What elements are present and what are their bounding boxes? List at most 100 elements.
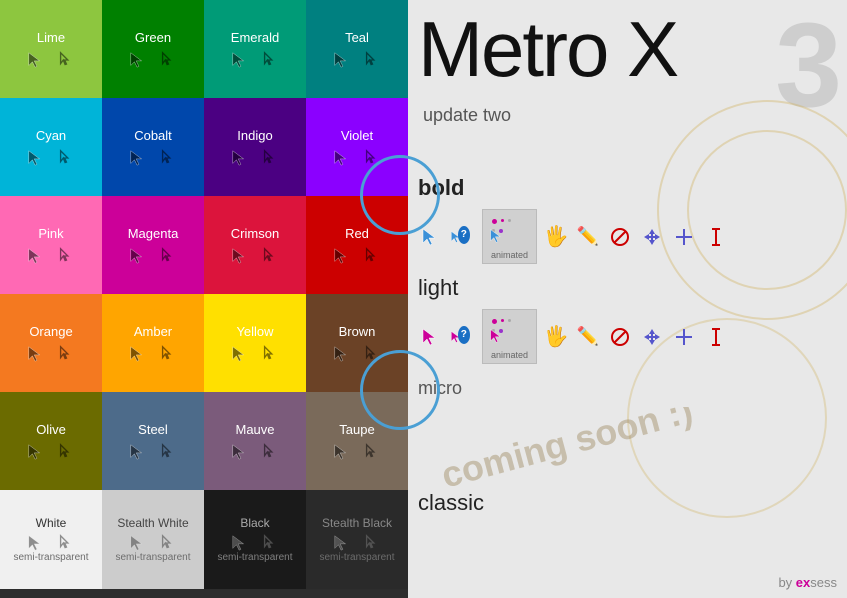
light-section: light ? xyxy=(418,275,729,364)
ex-label: ex xyxy=(796,575,810,590)
bold-arrow-cursor xyxy=(418,224,444,250)
bottom-cursor-row-stealth-white xyxy=(129,534,177,552)
bottom-cell-stealth-black: Stealth Black semi-transparent xyxy=(306,490,408,589)
light-animated-box: animated xyxy=(482,309,537,364)
bottom-cursor-row-stealth-black xyxy=(333,534,381,552)
light-cross-cursor xyxy=(671,324,697,350)
bold-no-cursor xyxy=(607,224,633,250)
light-q-badge: ? xyxy=(458,326,470,344)
by-label: by xyxy=(778,575,795,590)
color-cell-yellow: Yellow xyxy=(204,294,306,392)
cursor-row-olive xyxy=(27,443,75,461)
bold-pencil-cursor: ✏️ xyxy=(575,224,601,250)
color-cell-cyan: Cyan xyxy=(0,98,102,196)
color-name-red: Red xyxy=(345,226,369,241)
color-name-green: Green xyxy=(135,30,171,45)
color-cell-indigo: Indigo xyxy=(204,98,306,196)
cursor-row-magenta xyxy=(129,247,177,265)
bottom-color-name-stealth-white: Stealth White xyxy=(117,516,188,530)
color-name-cobalt: Cobalt xyxy=(134,128,172,143)
cursor-row-lime xyxy=(27,51,75,69)
color-name-crimson: Crimson xyxy=(231,226,279,241)
color-cell-red: Red xyxy=(306,196,408,294)
bottom-color-name-black-cell: Black xyxy=(240,516,269,530)
brand-title: Metro X xyxy=(418,10,677,88)
cursor-row-amber xyxy=(129,345,177,363)
color-name-violet: Violet xyxy=(341,128,373,143)
cursor-row-violet xyxy=(333,149,381,167)
color-cell-violet: Violet xyxy=(306,98,408,196)
bottom-trans-label-stealth-white: semi-transparent xyxy=(115,552,190,563)
light-ibeam-cursor xyxy=(703,324,729,350)
bold-cross-cursor xyxy=(671,224,697,250)
bottom-cursor-row-black-cell xyxy=(231,534,279,552)
color-cell-steel: Steel xyxy=(102,392,204,490)
light-pencil-cursor: ✏️ xyxy=(575,324,601,350)
light-no-cursor xyxy=(607,324,633,350)
color-name-lime: Lime xyxy=(37,30,65,45)
bold-section: bold ? xyxy=(418,175,729,264)
coming-soon-area: coming soon :) xyxy=(418,407,798,497)
bottom-color-name-stealth-black: Stealth Black xyxy=(322,516,392,530)
color-cell-teal: Teal xyxy=(306,0,408,98)
color-cell-olive: Olive xyxy=(0,392,102,490)
color-cell-pink: Pink xyxy=(0,196,102,294)
bottom-color-name-white-cell: White xyxy=(36,516,67,530)
color-name-cyan: Cyan xyxy=(36,128,66,143)
classic-section: classic xyxy=(418,490,484,524)
bottom-row: White semi-transparent Stealth White sem… xyxy=(0,490,408,589)
color-name-emerald: Emerald xyxy=(231,30,279,45)
color-cell-amber: Amber xyxy=(102,294,204,392)
color-name-olive: Olive xyxy=(36,422,66,437)
bold-animated-box: animated xyxy=(482,209,537,264)
bold-hand-cursor: 🖐 xyxy=(543,224,569,250)
left-panel: Lime Green Emerald Teal Cyan xyxy=(0,0,408,598)
bottom-trans-label-black-cell: semi-transparent xyxy=(217,552,292,563)
cursor-row-mauve xyxy=(231,443,279,461)
bottom-cell-stealth-white: Stealth White semi-transparent xyxy=(102,490,204,589)
cursor-row-red xyxy=(333,247,381,265)
color-cell-taupe: Taupe xyxy=(306,392,408,490)
color-cell-orange: Orange xyxy=(0,294,102,392)
color-cell-magenta: Magenta xyxy=(102,196,204,294)
color-cell-emerald: Emerald xyxy=(204,0,306,98)
bold-move-cursor xyxy=(639,224,665,250)
light-arrow-q-cursor: ? xyxy=(450,324,476,350)
color-cell-cobalt: Cobalt xyxy=(102,98,204,196)
color-name-taupe: Taupe xyxy=(339,422,374,437)
cursor-row-taupe xyxy=(333,443,381,461)
bottom-cursor-row-white-cell xyxy=(27,534,75,552)
brand-subtitle: update two xyxy=(423,105,511,126)
color-name-brown: Brown xyxy=(339,324,376,339)
bottom-cell-black-cell: Black semi-transparent xyxy=(204,490,306,589)
cursor-row-indigo xyxy=(231,149,279,167)
light-cursor-row: ? animated 🖐 ✏️ xyxy=(418,309,729,364)
color-name-orange: Orange xyxy=(29,324,72,339)
color-name-steel: Steel xyxy=(138,422,168,437)
bold-ibeam-cursor xyxy=(703,224,729,250)
color-grid: Lime Green Emerald Teal Cyan xyxy=(0,0,408,490)
light-arrow-cursor xyxy=(418,324,444,350)
bold-arrow-q-cursor: ? xyxy=(450,224,476,250)
color-cell-green: Green xyxy=(102,0,204,98)
right-panel: Metro X 3 update two bold ? xyxy=(408,0,847,598)
micro-label: micro xyxy=(418,378,798,399)
light-move-cursor xyxy=(639,324,665,350)
bold-cursor-row: ? animated 🖐 xyxy=(418,209,729,264)
cursor-row-teal xyxy=(333,51,381,69)
cursor-row-green xyxy=(129,51,177,69)
bottom-trans-label-stealth-black: semi-transparent xyxy=(319,552,394,563)
by-text: by exsess xyxy=(778,575,837,590)
sess-label: sess xyxy=(810,575,837,590)
cursor-row-steel xyxy=(129,443,177,461)
cursor-row-yellow xyxy=(231,345,279,363)
cursor-row-pink xyxy=(27,247,75,265)
bottom-trans-label-white-cell: semi-transparent xyxy=(13,552,88,563)
cursor-row-cyan xyxy=(27,149,75,167)
color-cell-lime: Lime xyxy=(0,0,102,98)
cursor-row-cobalt xyxy=(129,149,177,167)
light-label: light xyxy=(418,275,729,301)
color-name-pink: Pink xyxy=(38,226,63,241)
metro-text: Metro xyxy=(418,5,627,93)
cursor-row-crimson xyxy=(231,247,279,265)
